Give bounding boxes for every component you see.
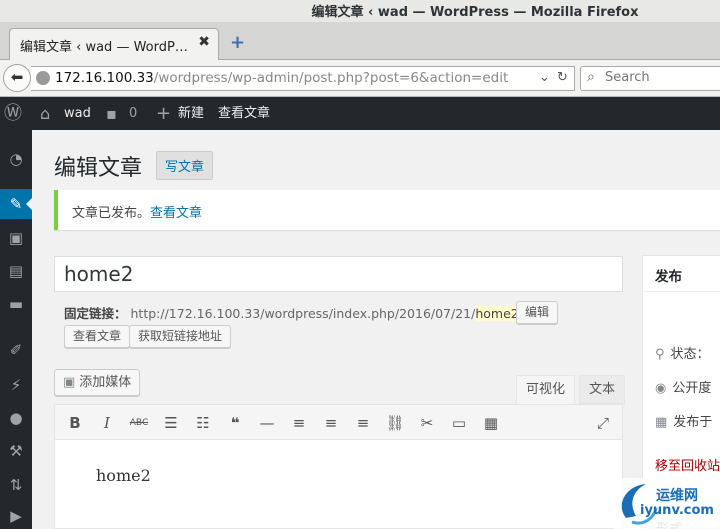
status-row: ⚲ 状态： <box>655 347 710 362</box>
editor-content[interactable]: home2 <box>96 466 151 485</box>
comments-menu-icon[interactable]: ▬ <box>0 289 32 319</box>
toolbar-toggle-icon[interactable]: ▦ <box>479 411 503 435</box>
plus-icon[interactable]: + <box>156 97 171 130</box>
navigation-bar: ⬅ 172.16.100.33/wordpress/wp-admin/post.… <box>0 60 720 97</box>
dropdown-icon[interactable]: ⌄ <box>539 70 550 85</box>
get-shortlink-button[interactable]: 获取短链接地址 <box>129 325 232 348</box>
posts-pin-icon[interactable]: ✎ <box>0 189 32 219</box>
media-icon: ▣ <box>63 375 76 390</box>
search-icon: ⌕ <box>587 69 595 85</box>
calendar-icon: ▦ <box>655 415 668 430</box>
window-title: 编辑文章 ‹ wad — WordPress — Mozilla Firefox <box>311 5 639 20</box>
link-icon[interactable]: ⛓ <box>383 411 407 435</box>
pages-icon[interactable]: ▤ <box>0 256 32 286</box>
permalink-row: 固定链接： http://172.16.100.33/wordpress/ind… <box>64 303 523 322</box>
align-right-icon[interactable]: ≡ <box>351 411 375 435</box>
media-icon[interactable]: ▣ <box>0 223 32 253</box>
visibility-row: ◉ 公开度 <box>655 381 712 396</box>
read-more-icon[interactable]: ▭ <box>447 411 471 435</box>
italic-icon[interactable]: I <box>95 411 119 435</box>
bullet-list-icon[interactable]: ☰ <box>159 411 183 435</box>
post-title-input[interactable] <box>54 256 623 292</box>
view-post-button[interactable]: 查看文章 <box>64 325 131 348</box>
move-to-trash-link[interactable]: 移至回收站 <box>655 455 720 474</box>
new-tab-icon[interactable]: + <box>230 32 245 53</box>
add-media-label: 添加媒体 <box>79 375 132 390</box>
new-content-link[interactable]: 新建 <box>178 97 204 130</box>
watermark-line1: 运维网 <box>656 488 698 504</box>
add-media-button[interactable]: ▣ 添加媒体 <box>54 369 141 396</box>
tab-title: 编辑文章 ‹ wad — WordP… <box>20 40 188 55</box>
strikethrough-icon[interactable]: ABC <box>127 411 151 435</box>
back-button[interactable]: ⬅ <box>3 64 31 92</box>
bold-icon[interactable]: B <box>63 411 87 435</box>
blockquote-icon[interactable]: ❝ <box>223 411 247 435</box>
tools-icon[interactable]: ⚒ <box>0 436 32 466</box>
eye-icon: ◉ <box>655 381 667 396</box>
pin-icon: ⚲ <box>655 347 665 362</box>
unlink-icon[interactable]: ✂ <box>415 411 439 435</box>
plugins-icon[interactable]: ⚡ <box>0 370 32 400</box>
notice-message: 文章已发布。查看文章 <box>72 206 203 221</box>
globe-icon <box>36 71 50 85</box>
publish-date-row: ▦ 发布于 <box>655 415 713 430</box>
align-left-icon[interactable]: ≡ <box>287 411 311 435</box>
tab-strip: 编辑文章 ‹ wad — WordP… ✖ + <box>0 22 720 60</box>
dashboard-icon[interactable]: ◔ <box>0 144 32 174</box>
add-new-post-button[interactable]: 写文章 <box>156 151 214 180</box>
back-arrow-icon: ⬅ <box>10 68 24 86</box>
wp-admin-bar: Ⓦ ⌂ wad ▪ 0 + 新建 查看文章 <box>0 97 720 130</box>
view-post-link[interactable]: 查看文章 <box>218 97 270 130</box>
browser-tab[interactable]: 编辑文章 ‹ wad — WordP… ✖ <box>9 28 219 60</box>
publish-heading: 发布 <box>643 256 720 292</box>
wordpress-logo-icon[interactable]: Ⓦ <box>4 97 22 130</box>
comments-count[interactable]: 0 <box>129 97 137 130</box>
permalink-base[interactable]: http://172.16.100.33/wordpress/index.php… <box>131 306 476 321</box>
edit-slug-button[interactable]: 编辑 <box>516 301 559 324</box>
watermark-line2: iyunv.com <box>640 503 714 518</box>
fullscreen-icon[interactable]: ⤢ <box>591 411 615 435</box>
url-bar[interactable]: 172.16.100.33/wordpress/wp-admin/post.ph… <box>31 66 575 91</box>
comments-icon[interactable]: ▪ <box>106 97 117 130</box>
tab-visual[interactable]: 可视化 <box>516 375 576 404</box>
horizontal-rule-icon[interactable]: — <box>255 411 279 435</box>
align-center-icon[interactable]: ≡ <box>319 411 343 435</box>
home-icon[interactable]: ⌂ <box>40 97 50 130</box>
appearance-icon[interactable]: ✐ <box>0 335 32 365</box>
editor-toolbar: B I ABC ☰ ☷ ❝ — ≡ ≡ ≡ ⛓ ✂ ▭ ▦ ⤢ <box>54 404 623 440</box>
numbered-list-icon[interactable]: ☷ <box>191 411 215 435</box>
site-name-link[interactable]: wad <box>64 97 91 130</box>
editor-content-area[interactable]: home2 <box>54 440 623 529</box>
search-bar[interactable]: ⌕ <box>580 66 720 91</box>
url-text[interactable]: 172.16.100.33/wordpress/wp-admin/post.ph… <box>55 70 508 86</box>
users-icon[interactable]: ● <box>0 403 32 433</box>
notice-view-post-link[interactable]: 查看文章 <box>150 206 202 221</box>
admin-menu: ◔ ✎ ▣ ▤ ▬ ✐ ⚡ ● ⚒ ⇅ ▶ <box>0 130 32 529</box>
updated-notice: 文章已发布。查看文章 <box>54 190 720 230</box>
settings-icon[interactable]: ⇅ <box>0 470 32 500</box>
search-input[interactable] <box>605 70 715 85</box>
permalink-slug[interactable]: home2 <box>475 306 519 321</box>
reload-icon[interactable]: ↻ <box>557 70 568 85</box>
window-titlebar: 编辑文章 ‹ wad — WordPress — Mozilla Firefox <box>0 0 720 22</box>
tab-text[interactable]: 文本 <box>579 375 626 404</box>
page-title: 编辑文章 <box>54 156 143 181</box>
collapse-menu-icon[interactable]: ▶ <box>0 501 32 529</box>
permalink-label: 固定链接： <box>64 306 127 321</box>
close-tab-icon[interactable]: ✖ <box>198 34 210 50</box>
